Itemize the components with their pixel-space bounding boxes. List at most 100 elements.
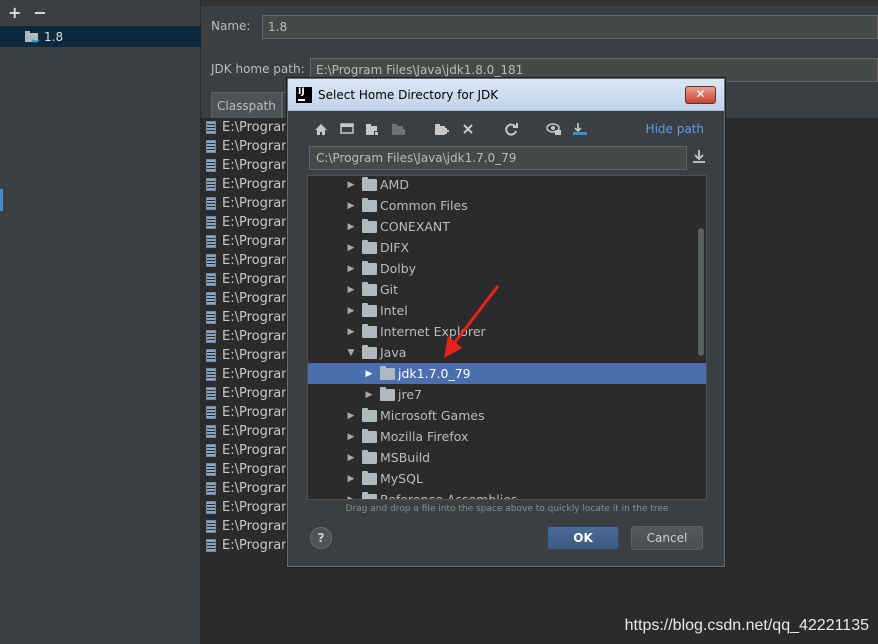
tree-item-label: Microsoft Games [380,408,485,423]
add-sdk-button[interactable]: + [8,5,21,21]
collapsed-arrow-icon[interactable]: ▶ [346,306,356,316]
folder-icon [362,470,377,485]
collapsed-arrow-icon[interactable]: ▶ [364,369,374,379]
collapsed-arrow-icon[interactable]: ▶ [346,201,356,211]
collapsed-arrow-icon[interactable]: ▶ [346,243,356,253]
tree-scrollbar[interactable] [698,228,704,356]
folder-icon [362,218,377,233]
tree-item-label: AMD [380,177,409,192]
remove-sdk-button[interactable]: − [33,5,46,21]
collapsed-arrow-icon[interactable]: ▶ [346,474,356,484]
jar-icon [206,444,216,457]
tab-classpath[interactable]: Classpath [211,92,282,118]
jar-icon [206,368,216,381]
jar-icon [206,425,216,438]
tree-item-label: Dolby [380,261,417,276]
jar-icon [206,254,216,267]
collapsed-arrow-icon[interactable]: ▶ [346,222,356,232]
classpath-path: E:\Program [222,215,294,230]
classpath-path: E:\Program [222,234,294,249]
ok-button[interactable]: OK [547,526,619,550]
jar-icon [206,482,216,495]
folder-icon [362,344,377,359]
sdk-list-item-label: 1.8 [44,29,64,44]
folder-icon [362,302,377,317]
tree-item[interactable]: ▶ MySQL [308,468,706,489]
folder-icon [380,365,395,380]
folder-icon [362,449,377,464]
jar-icon [206,197,216,210]
tree-item[interactable]: ▶ jre7 [308,384,706,405]
sdk-list-item[interactable]: 1.8 [0,26,201,47]
tree-item[interactable]: ▶ Microsoft Games [308,405,706,426]
classpath-path: E:\Program [222,386,294,401]
jar-icon [206,292,216,305]
tree-item[interactable]: ▶ DIFX [308,237,706,258]
name-field[interactable]: 1.8 [262,15,878,39]
chooser-toolbar [312,119,588,139]
tree-item[interactable]: ▶ Common Files [308,195,706,216]
help-button[interactable]: ? [310,527,332,549]
annotation-arrow-icon [444,285,500,358]
refresh-icon[interactable] [502,121,519,138]
path-input[interactable]: C:\Program Files\Java\jdk1.7.0_79 [309,146,687,170]
tree-item[interactable]: ▶ Dolby [308,258,706,279]
dialog-titlebar: IJ Select Home Directory for JDK ✕ [288,79,724,111]
cancel-button[interactable]: Cancel [631,526,703,550]
tree-item-label: CONEXANT [380,219,450,234]
classpath-path: E:\Program [222,348,294,363]
expanded-arrow-icon[interactable]: ▼ [346,348,356,358]
classpath-path: E:\Program [222,367,294,382]
collapsed-arrow-icon[interactable]: ▶ [346,327,356,337]
close-button[interactable]: ✕ [685,86,716,104]
classpath-path: E:\Program [222,538,294,553]
jar-icon [206,349,216,362]
collapsed-arrow-icon[interactable]: ▶ [346,285,356,295]
module-folder-icon[interactable] [390,121,407,138]
folder-icon [362,491,377,499]
tree-item[interactable]: ▶ jdk1.7.0_79 [308,363,706,384]
tree-item-label: MSBuild [380,450,431,465]
collapsed-arrow-icon[interactable]: ▶ [346,180,356,190]
home-icon[interactable] [312,121,329,138]
classpath-path: E:\Program [222,253,294,268]
desktop-icon[interactable] [338,121,355,138]
folder-icon [380,386,395,401]
jdk-folder-icon [25,30,40,42]
classpath-path: E:\Program [222,405,294,420]
classpath-path: E:\Program [222,158,294,173]
classpath-path: E:\Program [222,196,294,211]
collapsed-arrow-icon[interactable]: ▶ [346,453,356,463]
tree-item[interactable]: ▶ MSBuild [308,447,706,468]
tree-item[interactable]: ▶ CONEXANT [308,216,706,237]
dialog-title: Select Home Directory for JDK [318,87,499,102]
tree-item[interactable]: ▶ Mozilla Firefox [308,426,706,447]
hide-path-link[interactable]: Hide path [646,122,704,136]
download-icon[interactable] [692,149,706,167]
jar-icon [206,140,216,153]
tree-item-label: MySQL [380,471,423,486]
collapsed-arrow-icon[interactable]: ▶ [346,264,356,274]
drag-drop-hint: Drag and drop a file into the space abov… [345,504,669,514]
drop-target-icon[interactable] [571,121,588,138]
folder-icon [362,176,377,191]
delete-icon[interactable] [459,121,476,138]
jar-icon [206,387,216,400]
collapsed-arrow-icon[interactable]: ▶ [346,432,356,442]
folder-icon [362,281,377,296]
collapsed-arrow-icon[interactable]: ▶ [346,411,356,421]
show-hidden-files-icon[interactable] [545,121,562,138]
active-section-marker [0,189,3,211]
jar-icon [206,311,216,324]
tree-item-label: Common Files [380,198,468,213]
collapsed-arrow-icon[interactable]: ▶ [346,495,356,500]
classpath-path: E:\Program [222,177,294,192]
tree-item[interactable]: ▶ AMD [308,176,706,195]
jar-icon [206,121,216,134]
name-label: Name: [211,19,251,33]
new-folder-icon[interactable] [433,121,450,138]
classpath-path: E:\Program [222,500,294,515]
project-folder-icon[interactable] [364,121,381,138]
tree-item[interactable]: ▶ Reference Assemblies [308,489,706,500]
collapsed-arrow-icon[interactable]: ▶ [364,390,374,400]
